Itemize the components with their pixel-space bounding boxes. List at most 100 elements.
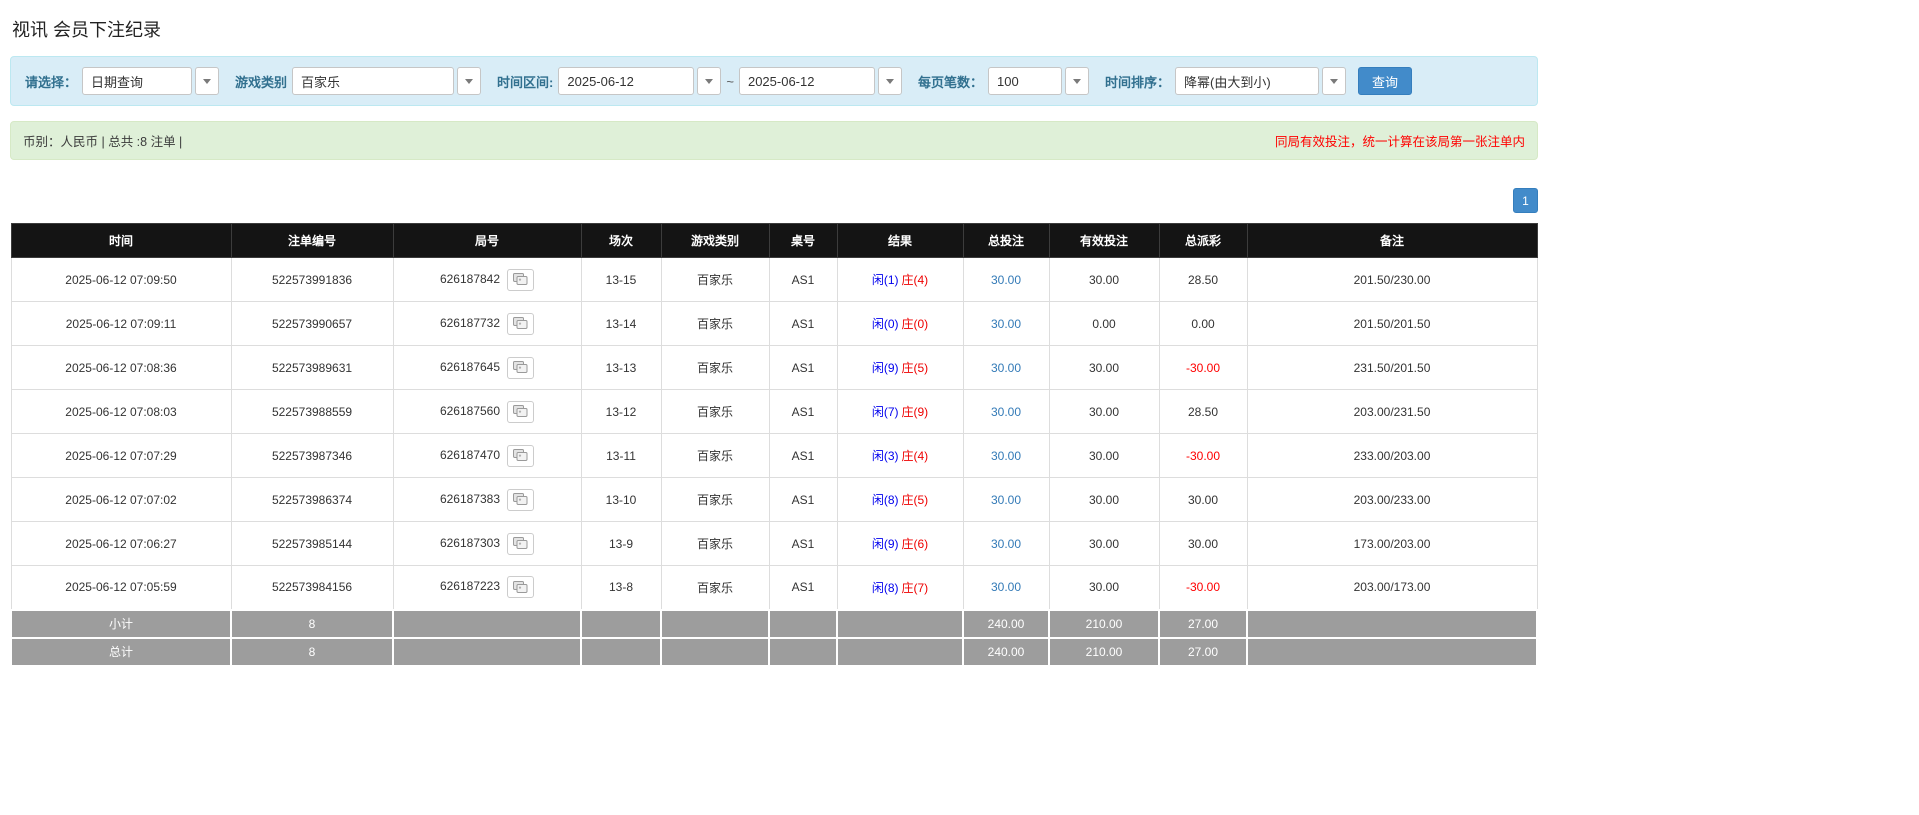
column-header-10: 总派彩	[1159, 224, 1247, 258]
cell-total-bet: 30.00	[963, 566, 1049, 610]
cell-payout: 30.00	[1159, 522, 1247, 566]
query-type-label: 请选择：	[25, 72, 77, 91]
query-type-caret-button[interactable]	[195, 67, 219, 95]
search-button[interactable]: 查询	[1358, 67, 1412, 95]
total-label: 总计	[11, 638, 231, 666]
page-button-1[interactable]: 1	[1513, 188, 1538, 213]
cell-time: 2025-06-12 07:07:29	[11, 434, 231, 478]
cell-session: 13-13	[581, 346, 661, 390]
cell-table-number: AS1	[769, 434, 837, 478]
total-bet-link[interactable]: 30.00	[991, 493, 1021, 507]
column-header-11: 备注	[1247, 224, 1537, 258]
cell-bet-id: 522573991836	[231, 258, 393, 302]
cell-table-number: AS1	[769, 346, 837, 390]
round-detail-button[interactable]	[507, 576, 534, 598]
round-detail-button[interactable]	[507, 401, 534, 423]
cell-game-category: 百家乐	[661, 478, 769, 522]
cell-round-id: 626187223	[393, 566, 581, 610]
total-bet-link[interactable]: 30.00	[991, 537, 1021, 551]
table-row: 2025-06-12 07:09:11 522573990657 6261877…	[11, 302, 1537, 346]
total-bet-link[interactable]: 30.00	[991, 405, 1021, 419]
date-to-value: 2025-06-12	[748, 74, 815, 89]
round-detail-button[interactable]	[507, 489, 534, 511]
result-banker: 庄(4)	[902, 449, 929, 463]
page-size-select[interactable]: 100	[988, 67, 1062, 95]
date-to-input[interactable]: 2025-06-12	[739, 67, 875, 95]
total-bet-link[interactable]: 30.00	[991, 361, 1021, 375]
total-payout: 27.00	[1159, 638, 1247, 666]
chevron-down-icon	[1073, 79, 1081, 84]
cell-time: 2025-06-12 07:06:27	[11, 522, 231, 566]
cell-time: 2025-06-12 07:08:36	[11, 346, 231, 390]
date-to-caret-button[interactable]	[878, 67, 902, 95]
round-detail-button[interactable]	[507, 357, 534, 379]
result-banker: 庄(5)	[902, 493, 929, 507]
cell-result: 闲(9)庄(5)	[837, 346, 963, 390]
game-category-select[interactable]: 百家乐	[292, 67, 454, 95]
cell-result: 闲(9)庄(6)	[837, 522, 963, 566]
bet-records-table: 时间注单编号局号场次游戏类别桌号结果总投注有效投注总派彩备注 2025-06-1…	[10, 223, 1538, 667]
cell-game-category: 百家乐	[661, 522, 769, 566]
date-from-input[interactable]: 2025-06-12	[558, 67, 694, 95]
sort-label: 时间排序：	[1105, 72, 1170, 91]
subtotal-count: 8	[231, 610, 393, 638]
round-id-value: 626187842	[440, 272, 500, 286]
round-detail-button[interactable]	[507, 313, 534, 335]
page-title: 视讯 会员下注纪录	[12, 16, 1538, 42]
cell-game-category: 百家乐	[661, 302, 769, 346]
cell-session: 13-9	[581, 522, 661, 566]
table-row: 2025-06-12 07:08:36 522573989631 6261876…	[11, 346, 1537, 390]
cell-total-bet: 30.00	[963, 478, 1049, 522]
cell-note: 203.00/173.00	[1247, 566, 1537, 610]
chevron-down-icon	[203, 79, 211, 84]
round-id-value: 626187303	[440, 536, 500, 550]
cell-total-bet: 30.00	[963, 390, 1049, 434]
result-player: 闲(1)	[872, 273, 899, 287]
round-detail-button[interactable]	[507, 445, 534, 467]
cards-icon	[513, 405, 528, 418]
result-banker: 庄(4)	[902, 273, 929, 287]
cards-icon	[513, 361, 528, 374]
round-id-value: 626187732	[440, 316, 500, 330]
table-row: 2025-06-12 07:09:50 522573991836 6261878…	[11, 258, 1537, 302]
cell-total-bet: 30.00	[963, 434, 1049, 478]
page-size-caret-button[interactable]	[1065, 67, 1089, 95]
total-bet-link[interactable]: 30.00	[991, 449, 1021, 463]
round-detail-button[interactable]	[507, 269, 534, 291]
cell-session: 13-11	[581, 434, 661, 478]
sort-select[interactable]: 降幂(由大到小)	[1175, 67, 1319, 95]
game-category-value: 百家乐	[301, 72, 340, 91]
cell-note: 231.50/201.50	[1247, 346, 1537, 390]
chevron-down-icon	[886, 79, 894, 84]
round-detail-button[interactable]	[507, 533, 534, 555]
cell-bet-id: 522573990657	[231, 302, 393, 346]
subtotal-total-bet: 240.00	[963, 610, 1049, 638]
total-count: 8	[231, 638, 393, 666]
result-player: 闲(3)	[872, 449, 899, 463]
cell-table-number: AS1	[769, 566, 837, 610]
result-player: 闲(7)	[872, 405, 899, 419]
cell-payout: -30.00	[1159, 434, 1247, 478]
total-bet-link[interactable]: 30.00	[991, 580, 1021, 594]
result-player: 闲(8)	[872, 581, 899, 595]
cards-icon	[513, 581, 528, 594]
cell-result: 闲(1)庄(4)	[837, 258, 963, 302]
cell-note: 233.00/203.00	[1247, 434, 1537, 478]
date-from-caret-button[interactable]	[697, 67, 721, 95]
total-bet-link[interactable]: 30.00	[991, 317, 1021, 331]
total-bet-link[interactable]: 30.00	[991, 273, 1021, 287]
game-category-caret-button[interactable]	[457, 67, 481, 95]
cell-valid-bet: 30.00	[1049, 522, 1159, 566]
result-player: 闲(9)	[872, 537, 899, 551]
chevron-down-icon	[705, 79, 713, 84]
cell-round-id: 626187732	[393, 302, 581, 346]
subtotal-row: 小计 8 240.00 210.00 27.00	[11, 610, 1537, 638]
sort-caret-button[interactable]	[1322, 67, 1346, 95]
cell-payout: -30.00	[1159, 346, 1247, 390]
query-type-select[interactable]: 日期查询	[82, 67, 192, 95]
cell-round-id: 626187470	[393, 434, 581, 478]
cell-note: 201.50/201.50	[1247, 302, 1537, 346]
cell-note: 201.50/230.00	[1247, 258, 1537, 302]
currency-total-text: 币别：人民币 | 总共 :8 注单 |	[23, 131, 182, 150]
cell-valid-bet: 30.00	[1049, 258, 1159, 302]
